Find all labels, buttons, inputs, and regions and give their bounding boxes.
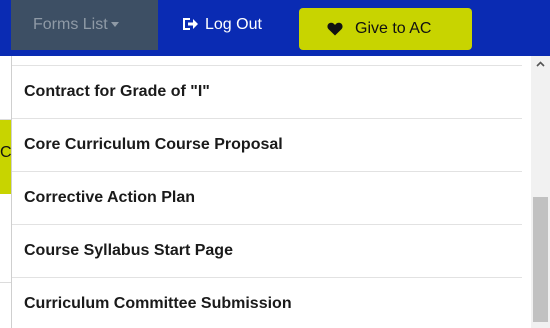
give-to-ac-button[interactable]: Give to AC <box>299 8 472 50</box>
forms-list-label: Forms List <box>33 16 108 33</box>
menu-item-label: Curriculum Committee Submission <box>24 295 292 312</box>
chevron-up-icon <box>536 61 545 67</box>
menu-item-label: Corrective Action Plan <box>24 189 196 206</box>
menu-item-course-syllabus-start[interactable]: Course Syllabus Start Page <box>12 224 522 276</box>
top-navbar: Forms List Log Out Give to AC <box>0 0 550 56</box>
give-label: Give to AC <box>355 20 432 37</box>
menu-item-label: Course Syllabus Start Page <box>24 242 233 259</box>
dropdown-scrollbar[interactable] <box>531 56 550 328</box>
menu-item-label: Core Curriculum Course Proposal <box>24 136 283 153</box>
scroll-up-button[interactable] <box>531 56 550 73</box>
forms-list-dropdown-toggle[interactable]: Forms List <box>11 0 158 50</box>
scrollbar-thumb[interactable] <box>533 197 548 322</box>
logout-link[interactable]: Log Out <box>182 0 262 50</box>
menu-item-curriculum-committee-submission[interactable]: Curriculum Committee Submission <box>12 277 522 328</box>
menu-item-core-curriculum-proposal[interactable]: Core Curriculum Course Proposal <box>12 118 522 170</box>
menu-item-label: Contract for Grade of "I" <box>24 83 210 100</box>
heart-icon <box>327 22 343 36</box>
background-partial-text: C <box>0 144 12 161</box>
logout-arrow-icon <box>183 18 198 30</box>
menu-item-contract-grade-i[interactable]: Contract for Grade of "I" <box>12 65 522 117</box>
menu-item-corrective-action-plan[interactable]: Corrective Action Plan <box>12 171 522 223</box>
logout-label: Log Out <box>205 16 262 33</box>
caret-down-icon <box>110 22 119 28</box>
forms-list-dropdown-menu: Contract for Grade of "I" Core Curriculu… <box>11 56 531 328</box>
